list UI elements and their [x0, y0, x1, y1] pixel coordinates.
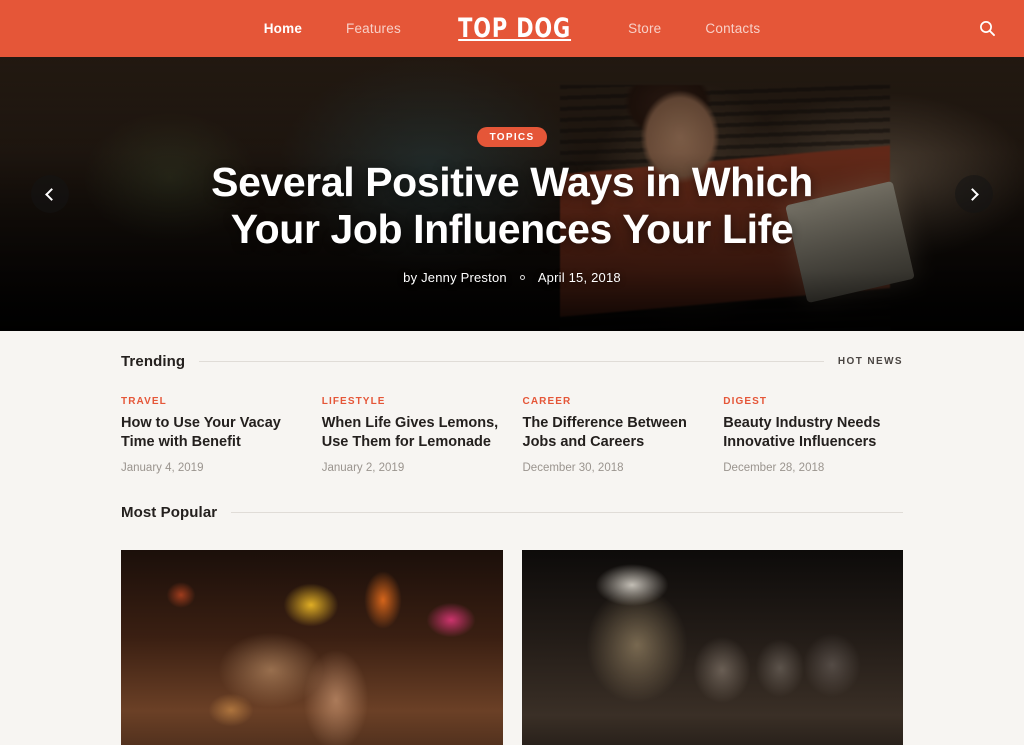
site-logo[interactable]: TOP DOG	[436, 13, 594, 44]
meta-separator-dot-icon	[519, 275, 525, 280]
trending-date: January 2, 2019	[321, 462, 405, 474]
chevron-right-icon	[966, 187, 979, 201]
search-button[interactable]	[974, 16, 1000, 42]
trending-section-header: Trending HOT NEWS	[121, 331, 903, 370]
hero-date: April 15, 2018	[537, 270, 621, 285]
trending-heading: Trending	[121, 353, 186, 370]
main-content: Trending HOT NEWS TRAVEL How to Use Your…	[121, 331, 903, 745]
most-popular-cards: TRAVEL CAREER	[121, 550, 903, 745]
hero-prev-button[interactable]	[31, 175, 69, 213]
trending-date: December 28, 2018	[723, 462, 825, 474]
list-item[interactable]: CAREER The Difference Between Jobs and C…	[523, 396, 703, 474]
night-street-neon-photo	[121, 550, 503, 745]
list-item[interactable]: LIFESTYLE When Life Gives Lemons, Use Th…	[322, 396, 502, 474]
list-item[interactable]: TRAVEL How to Use Your Vacay Time with B…	[121, 396, 301, 474]
hero-next-button[interactable]	[955, 175, 993, 213]
chevron-left-icon	[45, 187, 58, 201]
trending-title[interactable]: Beauty Industry Needs Innovative Influen…	[723, 414, 903, 452]
trending-date: January 4, 2019	[121, 462, 204, 474]
trending-category[interactable]: LIFESTYLE	[322, 396, 502, 407]
hero-category-badge[interactable]: TOPICS	[476, 127, 548, 147]
nav-item-contacts[interactable]: Contacts	[683, 21, 782, 36]
nav-item-features[interactable]: Features	[324, 21, 423, 36]
trending-title[interactable]: The Difference Between Jobs and Careers	[523, 414, 703, 452]
hero-author[interactable]: by Jenny Preston	[403, 270, 507, 285]
hero-meta: by Jenny Preston April 15, 2018	[403, 270, 621, 285]
trending-date: December 30, 2018	[522, 462, 624, 474]
trending-title[interactable]: How to Use Your Vacay Time with Benefit	[121, 414, 301, 452]
hero-content: TOPICS Several Positive Ways in Which Yo…	[0, 57, 1024, 331]
hot-news-link[interactable]: HOT NEWS	[838, 356, 903, 367]
trending-category[interactable]: TRAVEL	[121, 396, 301, 407]
list-item[interactable]: DIGEST Beauty Industry Needs Innovative …	[723, 396, 903, 474]
section-divider	[231, 512, 903, 513]
hero-title[interactable]: Several Positive Ways in Which Your Job …	[182, 159, 842, 253]
trending-list: TRAVEL How to Use Your Vacay Time with B…	[121, 396, 903, 474]
most-popular-heading: Most Popular	[121, 504, 218, 521]
nav-item-home[interactable]: Home	[242, 21, 324, 36]
office-team-night-photo	[521, 550, 903, 745]
site-header: Home Features TOP DOG Store Contacts	[0, 0, 1024, 57]
trending-category[interactable]: DIGEST	[723, 396, 903, 407]
hero-slider: TOPICS Several Positive Ways in Which Yo…	[0, 57, 1024, 331]
most-popular-section-header: Most Popular	[121, 474, 903, 521]
trending-title[interactable]: When Life Gives Lemons, Use Them for Lem…	[322, 414, 502, 452]
nav-item-store[interactable]: Store	[606, 21, 683, 36]
article-card[interactable]: TRAVEL	[121, 550, 503, 745]
search-icon	[979, 20, 996, 37]
trending-category[interactable]: CAREER	[523, 396, 703, 407]
article-card[interactable]: CAREER	[521, 550, 903, 745]
section-divider	[199, 361, 824, 362]
main-navigation: Home Features TOP DOG Store Contacts	[242, 13, 783, 44]
